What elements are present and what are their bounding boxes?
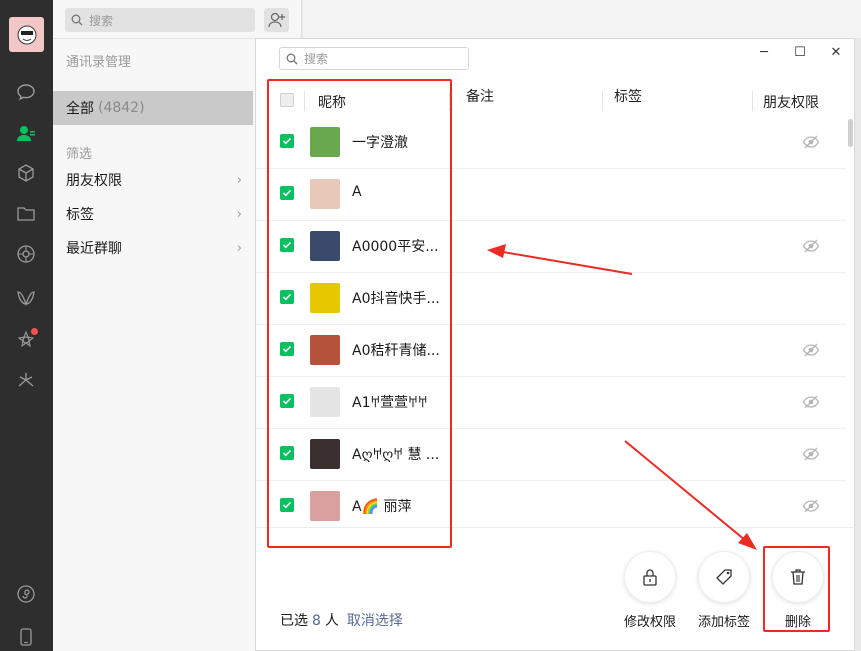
column-tags[interactable]: 标签 (614, 86, 642, 106)
cancel-selection-link[interactable]: 取消选择 (347, 613, 403, 629)
chevron-right-icon: › (236, 206, 242, 222)
add-tag-button[interactable] (698, 551, 750, 603)
annotation-box-delete (763, 546, 830, 632)
all-contacts-count: (4842) (98, 100, 145, 116)
look-icon[interactable] (14, 369, 38, 393)
panel-title: 通讯录管理 (66, 55, 132, 70)
selected-prefix: 已选 (280, 613, 308, 629)
column-divider (752, 91, 753, 111)
add-tag-label: 添加标签 (697, 615, 750, 630)
hidden-eye-icon (802, 133, 820, 151)
filter-label: 最近群聊 (66, 241, 122, 257)
channels-icon[interactable] (14, 286, 38, 310)
close-button[interactable]: ✕ (818, 39, 854, 65)
cube-icon[interactable] (14, 161, 38, 185)
all-contacts-label: 全部 (66, 101, 94, 117)
column-divider (602, 91, 603, 111)
selection-summary: 已选 8 人取消选择 (280, 610, 403, 630)
chat-icon[interactable] (14, 80, 38, 104)
lock-icon (643, 569, 657, 586)
user-avatar[interactable] (9, 17, 44, 52)
add-contact-button[interactable] (264, 8, 289, 32)
add-user-icon (267, 12, 285, 28)
tag-icon (716, 569, 732, 585)
window-controls: ─ ☐ ✕ (746, 39, 854, 65)
maximize-button[interactable]: ☐ (782, 39, 818, 65)
filter-label: 标签 (66, 207, 94, 223)
search-icon (71, 14, 83, 26)
hidden-eye-icon (802, 237, 820, 255)
filter-tags[interactable]: 标签 › (66, 204, 242, 224)
hidden-eye-icon (802, 497, 820, 515)
scrollbar[interactable] (848, 119, 853, 147)
notification-dot (31, 328, 38, 335)
contacts-icon[interactable] (14, 121, 38, 145)
filter-friend-permissions[interactable]: 朋友权限 › (66, 170, 242, 190)
annotation-box-nickname-column (267, 79, 452, 548)
chevron-right-icon: › (236, 172, 242, 188)
search-placeholder: 搜索 (89, 13, 114, 28)
search-icon (286, 53, 298, 64)
search-mini-program-icon[interactable] (14, 328, 38, 352)
modify-permission-action[interactable]: 修改权限 (620, 551, 680, 630)
phone-icon[interactable] (14, 625, 38, 649)
dialog-search-input[interactable]: 搜索 (279, 47, 469, 70)
hidden-eye-icon (802, 393, 820, 411)
minimize-button[interactable]: ─ (746, 39, 782, 65)
column-remark[interactable]: 备注 (466, 86, 494, 106)
all-contacts-item[interactable]: 全部 (4842) (53, 91, 253, 125)
filter-label: 朋友权限 (66, 173, 122, 189)
selected-suffix: 人 (324, 613, 339, 629)
moments-icon[interactable] (14, 242, 38, 266)
folder-icon[interactable] (14, 202, 38, 226)
avatar-face-icon (17, 25, 36, 44)
modify-permission-label: 修改权限 (623, 615, 676, 630)
app-sidebar (0, 0, 53, 651)
search-placeholder: 搜索 (304, 52, 329, 66)
hidden-eye-icon (802, 341, 820, 359)
column-friend-permissions[interactable]: 朋友权限 (763, 92, 819, 112)
filter-recent-groups[interactable]: 最近群聊 › (66, 238, 242, 258)
chevron-right-icon: › (236, 240, 242, 256)
modify-permission-button[interactable] (624, 551, 676, 603)
selected-count: 8 (312, 613, 321, 629)
hidden-eye-icon (802, 445, 820, 463)
filter-section-label: 筛选 (66, 147, 93, 162)
add-tag-action[interactable]: 添加标签 (694, 551, 754, 630)
top-strip (303, 0, 861, 38)
search-input[interactable]: 搜索 (65, 8, 255, 32)
mini-program-icon[interactable] (14, 582, 38, 606)
